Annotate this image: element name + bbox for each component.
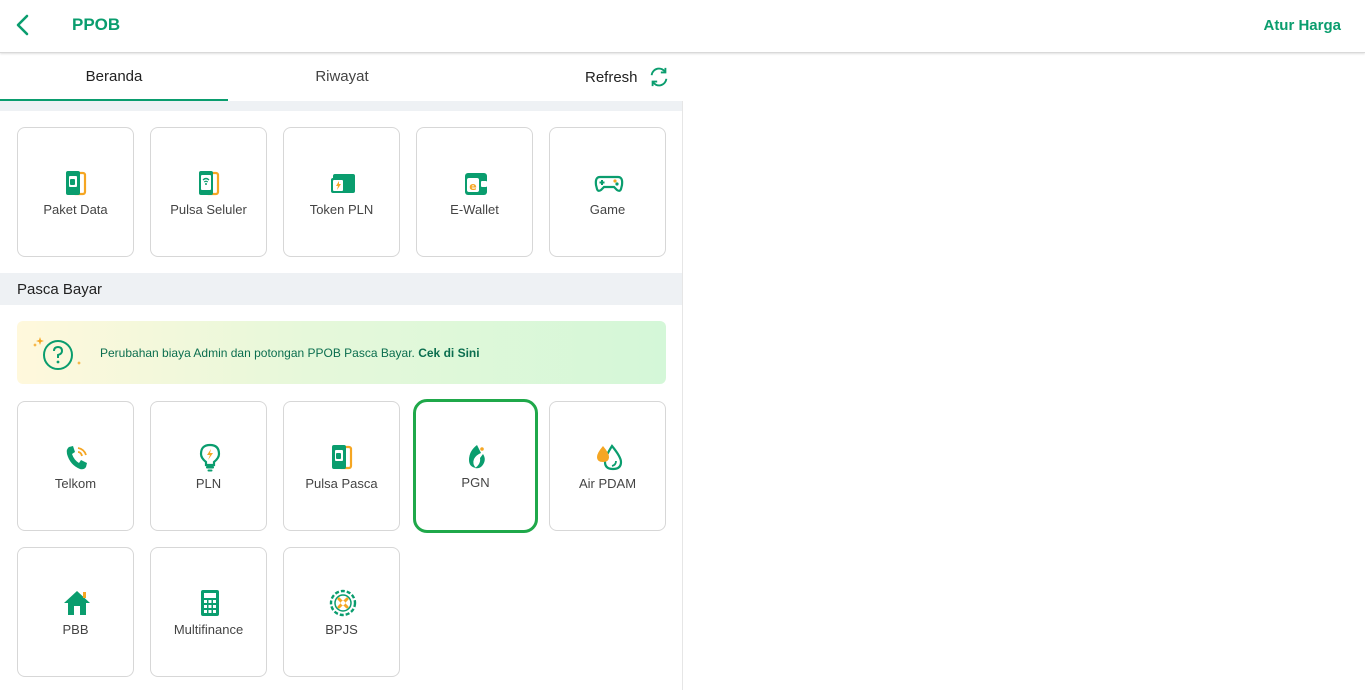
- product-pln[interactable]: PLN: [150, 401, 267, 531]
- product-label: PGN: [461, 475, 490, 490]
- page-title: PPOB: [72, 15, 121, 34]
- house-icon: [64, 591, 90, 615]
- refresh-button[interactable]: Refresh: [585, 54, 638, 101]
- tab-riwayat[interactable]: Riwayat: [228, 54, 456, 101]
- product-bpjs[interactable]: BPJS: [283, 547, 400, 677]
- prabayar-section-header: [0, 101, 682, 111]
- bpjs-icon: [329, 589, 357, 617]
- product-e-wallet[interactable]: e E-Wallet: [416, 127, 533, 257]
- back-arrow-icon[interactable]: [10, 12, 36, 38]
- banner-message: Perubahan biaya Admin dan potongan PPOB …: [100, 346, 419, 360]
- product-paket-data[interactable]: Paket Data: [17, 127, 134, 257]
- tab-beranda[interactable]: Beranda: [0, 54, 228, 101]
- wallet-icon: e: [465, 173, 487, 195]
- atur-harga-button[interactable]: Atur Harga: [1263, 17, 1341, 34]
- phone-card-icon: [332, 445, 353, 470]
- product-pgn[interactable]: PGN: [413, 399, 538, 533]
- electric-token-icon: [331, 174, 355, 193]
- product-label: Pulsa Pasca: [305, 476, 378, 491]
- product-air-pdam[interactable]: Air PDAM: [549, 401, 666, 531]
- product-telkom[interactable]: Telkom: [17, 401, 134, 531]
- product-label: Multifinance: [173, 622, 244, 637]
- product-label: E-Wallet: [450, 202, 499, 217]
- product-label: Air PDAM: [578, 476, 637, 491]
- product-label: Pulsa Seluler: [170, 202, 247, 217]
- cek-di-sini-link[interactable]: Cek di Sini: [418, 346, 479, 360]
- product-label: Paket Data: [43, 202, 108, 217]
- product-game[interactable]: Game: [549, 127, 666, 257]
- app-header: PPOB Atur Harga: [0, 0, 1365, 53]
- section-title: Pasca Bayar: [17, 281, 103, 298]
- pasca-section-header: Pasca Bayar: [0, 273, 682, 305]
- phone-signal-icon: [199, 171, 220, 196]
- ppob-content: Paket Data Pulsa Seluler Token PLN e E-W: [0, 101, 683, 690]
- product-pulsa-seluler[interactable]: Pulsa Seluler: [150, 127, 267, 257]
- water-drop-icon: [597, 444, 623, 471]
- svg-text:e: e: [469, 180, 476, 193]
- product-label: PLN: [195, 476, 222, 491]
- product-label: Game: [589, 202, 626, 217]
- product-pbb[interactable]: PBB: [17, 547, 134, 677]
- phone-card-icon: [66, 171, 87, 196]
- tab-bar: Beranda Riwayat Refresh: [0, 54, 683, 101]
- banner-text: Perubahan biaya Admin dan potongan PPOB …: [100, 346, 480, 360]
- telephone-icon: [66, 446, 87, 470]
- product-label: Token PLN: [309, 202, 374, 217]
- lightbulb-icon: [199, 443, 221, 472]
- product-label: Telkom: [54, 476, 97, 491]
- info-banner[interactable]: Perubahan biaya Admin dan potongan PPOB …: [17, 321, 666, 384]
- question-sparkle-icon: [33, 337, 81, 370]
- gamepad-icon: [594, 175, 624, 192]
- product-pulsa-pasca[interactable]: Pulsa Pasca: [283, 401, 400, 531]
- calculator-icon: [201, 590, 219, 616]
- product-label: BPJS: [325, 622, 358, 637]
- product-multifinance[interactable]: Multifinance: [150, 547, 267, 677]
- product-token-pln[interactable]: Token PLN: [283, 127, 400, 257]
- refresh-icon[interactable]: [648, 66, 670, 88]
- gas-flame-icon: [469, 445, 485, 469]
- product-label: PBB: [62, 622, 89, 637]
